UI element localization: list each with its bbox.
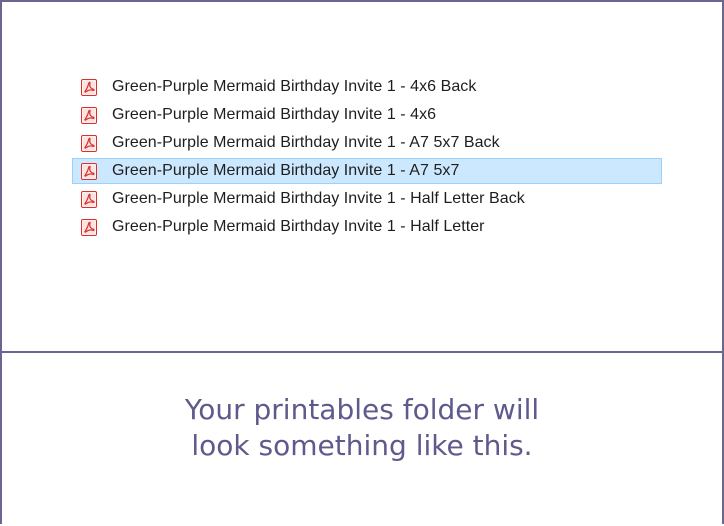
pdf-icon xyxy=(81,218,97,236)
pdf-icon xyxy=(81,162,97,180)
caption-line-2: look something like this. xyxy=(191,429,533,462)
file-item[interactable]: Green-Purple Mermaid Birthday Invite 1 -… xyxy=(72,102,662,128)
caption: Your printables folder will look somethi… xyxy=(0,392,724,464)
file-item[interactable]: Green-Purple Mermaid Birthday Invite 1 -… xyxy=(72,130,662,156)
file-name: Green-Purple Mermaid Birthday Invite 1 -… xyxy=(112,190,525,207)
screenshot-panel: Green-Purple Mermaid Birthday Invite 1 -… xyxy=(0,0,720,352)
panel-divider xyxy=(0,351,724,353)
file-name: Green-Purple Mermaid Birthday Invite 1 -… xyxy=(112,162,460,179)
file-item[interactable]: Green-Purple Mermaid Birthday Invite 1 -… xyxy=(72,214,662,240)
file-item[interactable]: Green-Purple Mermaid Birthday Invite 1 -… xyxy=(72,186,662,212)
file-name: Green-Purple Mermaid Birthday Invite 1 -… xyxy=(112,218,485,235)
file-list: Green-Purple Mermaid Birthday Invite 1 -… xyxy=(72,74,662,242)
pdf-icon xyxy=(81,134,97,152)
caption-line-1: Your printables folder will xyxy=(184,393,540,426)
file-item[interactable]: Green-Purple Mermaid Birthday Invite 1 -… xyxy=(72,158,662,184)
file-item[interactable]: Green-Purple Mermaid Birthday Invite 1 -… xyxy=(72,74,662,100)
file-name: Green-Purple Mermaid Birthday Invite 1 -… xyxy=(112,106,437,123)
file-name: Green-Purple Mermaid Birthday Invite 1 -… xyxy=(112,78,477,95)
file-name: Green-Purple Mermaid Birthday Invite 1 -… xyxy=(112,134,500,151)
pdf-icon xyxy=(81,190,97,208)
pdf-icon xyxy=(81,78,97,96)
pdf-icon xyxy=(81,106,97,124)
